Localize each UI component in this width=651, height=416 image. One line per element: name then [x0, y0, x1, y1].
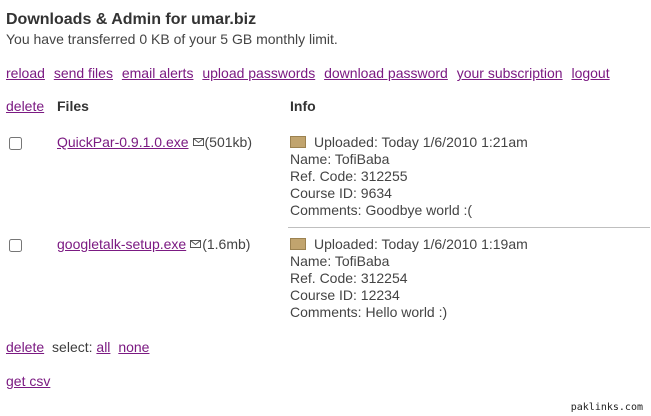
nav-upload-passwords-link[interactable]: upload passwords: [202, 65, 315, 81]
comments: Comments: Goodbye world :(: [290, 202, 473, 218]
uploader-name: Name: TofiBaba: [290, 253, 390, 269]
watermark: paklinks.com: [570, 402, 643, 413]
nav-bar: reload send files email alerts upload pa…: [6, 65, 615, 81]
page-title: Downloads & Admin for umar.biz: [6, 11, 257, 28]
delete-selected-link[interactable]: delete: [6, 339, 44, 355]
select-none-link[interactable]: none: [118, 339, 149, 355]
envelope-icon[interactable]: [192, 138, 204, 147]
file-select-checkbox[interactable]: [9, 137, 22, 150]
upload-date: Uploaded: Today 1/6/2010 1:19am: [314, 236, 528, 252]
file-link[interactable]: googletalk-setup.exe: [57, 236, 186, 252]
nav-send-files-link[interactable]: send files: [54, 65, 113, 81]
course-id: Course ID: 12234: [290, 287, 400, 303]
file-size: (501kb): [204, 134, 252, 150]
course-id: Course ID: 9634: [290, 185, 392, 201]
file-info: Uploaded: Today 1/6/2010 1:19am Name: To…: [290, 236, 528, 321]
get-csv-link[interactable]: get csv: [6, 373, 50, 389]
nav-logout-link[interactable]: logout: [571, 65, 609, 81]
info-column-header: Info: [290, 98, 316, 114]
nav-reload-link[interactable]: reload: [6, 65, 45, 81]
nav-your-subscription-link[interactable]: your subscription: [457, 65, 563, 81]
select-label: select:: [52, 339, 93, 355]
uploader-name: Name: TofiBaba: [290, 151, 390, 167]
upload-date: Uploaded: Today 1/6/2010 1:21am: [314, 134, 528, 150]
file-size: (1.6mb): [202, 236, 251, 252]
ref-code: Ref. Code: 312254: [290, 270, 408, 286]
transfer-limit-text: You have transferred 0 KB of your 5 GB m…: [6, 31, 338, 47]
file-cell: QuickPar-0.9.1.0.exe (501kb): [57, 134, 252, 150]
bulk-actions: delete select: all none: [6, 339, 153, 355]
envelope-icon[interactable]: [190, 240, 202, 249]
select-all-link[interactable]: all: [96, 339, 110, 355]
ref-code: Ref. Code: 312255: [290, 168, 408, 184]
file-cell: googletalk-setup.exe (1.6mb): [57, 236, 250, 252]
folder-icon: [290, 136, 306, 148]
nav-download-password-link[interactable]: download password: [324, 65, 448, 81]
file-select-checkbox[interactable]: [9, 239, 22, 252]
files-column-header: Files: [57, 98, 89, 114]
delete-header-link[interactable]: delete: [6, 98, 44, 114]
folder-icon: [290, 238, 306, 250]
nav-email-alerts-link[interactable]: email alerts: [122, 65, 194, 81]
file-info: Uploaded: Today 1/6/2010 1:21am Name: To…: [290, 134, 528, 219]
row-divider: [288, 227, 650, 228]
file-link[interactable]: QuickPar-0.9.1.0.exe: [57, 134, 189, 150]
comments: Comments: Hello world :): [290, 304, 448, 320]
